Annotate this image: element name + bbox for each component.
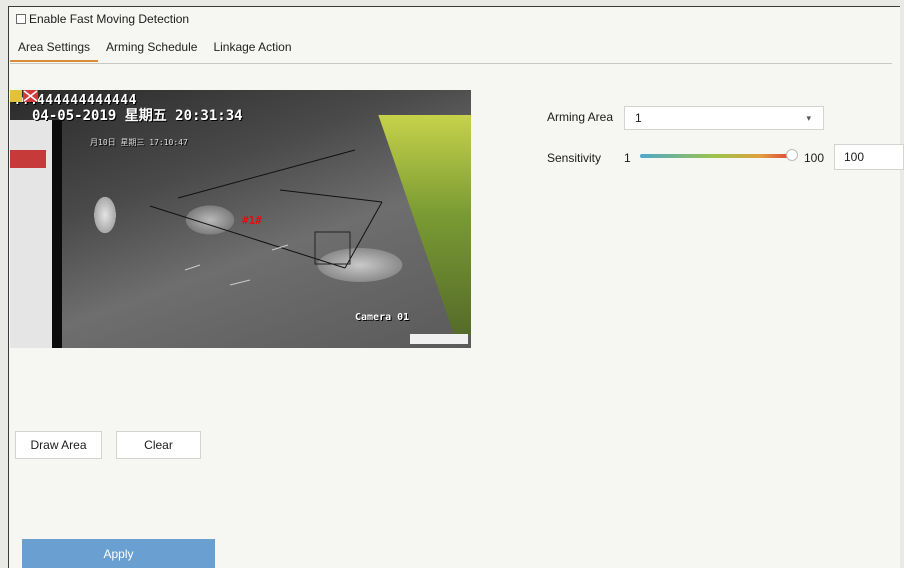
detection-area-overlay — [149, 149, 468, 344]
clear-button[interactable]: Clear — [116, 431, 201, 459]
enable-fast-moving-row[interactable]: Enable Fast Moving Detection — [16, 12, 189, 26]
draw-area-button[interactable]: Draw Area — [15, 431, 102, 459]
apply-button[interactable]: Apply — [22, 539, 215, 568]
enable-checkbox[interactable] — [16, 14, 26, 24]
tab-arming-schedule[interactable]: Arming Schedule — [98, 40, 205, 62]
osd-datetime: 04-05-2019 星期五 20:31:34 — [32, 108, 243, 124]
record-flag-icon — [10, 90, 38, 102]
arming-area-select[interactable]: 1 ▾ — [624, 106, 824, 130]
sensitivity-input[interactable]: 100 — [834, 144, 904, 170]
camera-preview[interactable]: 444444444444444 04-05-2019 星期五 20:31:34 … — [10, 90, 471, 348]
sensitivity-slider-thumb[interactable] — [786, 149, 798, 161]
arming-area-label: Arming Area — [547, 110, 614, 124]
zone-marker: #1# — [242, 214, 262, 227]
tab-linkage-action[interactable]: Linkage Action — [205, 40, 299, 62]
tab-bar: Area Settings Arming Schedule Linkage Ac… — [10, 40, 300, 62]
osd-camera-label: Camera 01 — [355, 312, 410, 323]
sensitivity-label: Sensitivity — [547, 151, 602, 165]
sensitivity-slider-track[interactable] — [640, 154, 790, 158]
osd-inner-time: 月10日 星期三 17:10:47 — [90, 138, 188, 147]
tab-divider — [10, 63, 892, 64]
sensitivity-max: 100 — [804, 151, 825, 165]
tab-area-settings[interactable]: Area Settings — [10, 40, 99, 62]
arming-area-value: 1 — [635, 111, 642, 125]
enable-label[interactable]: Enable Fast Moving Detection — [29, 12, 189, 26]
sensitivity-min: 1 — [624, 151, 631, 165]
chevron-down-icon: ▾ — [806, 113, 811, 123]
